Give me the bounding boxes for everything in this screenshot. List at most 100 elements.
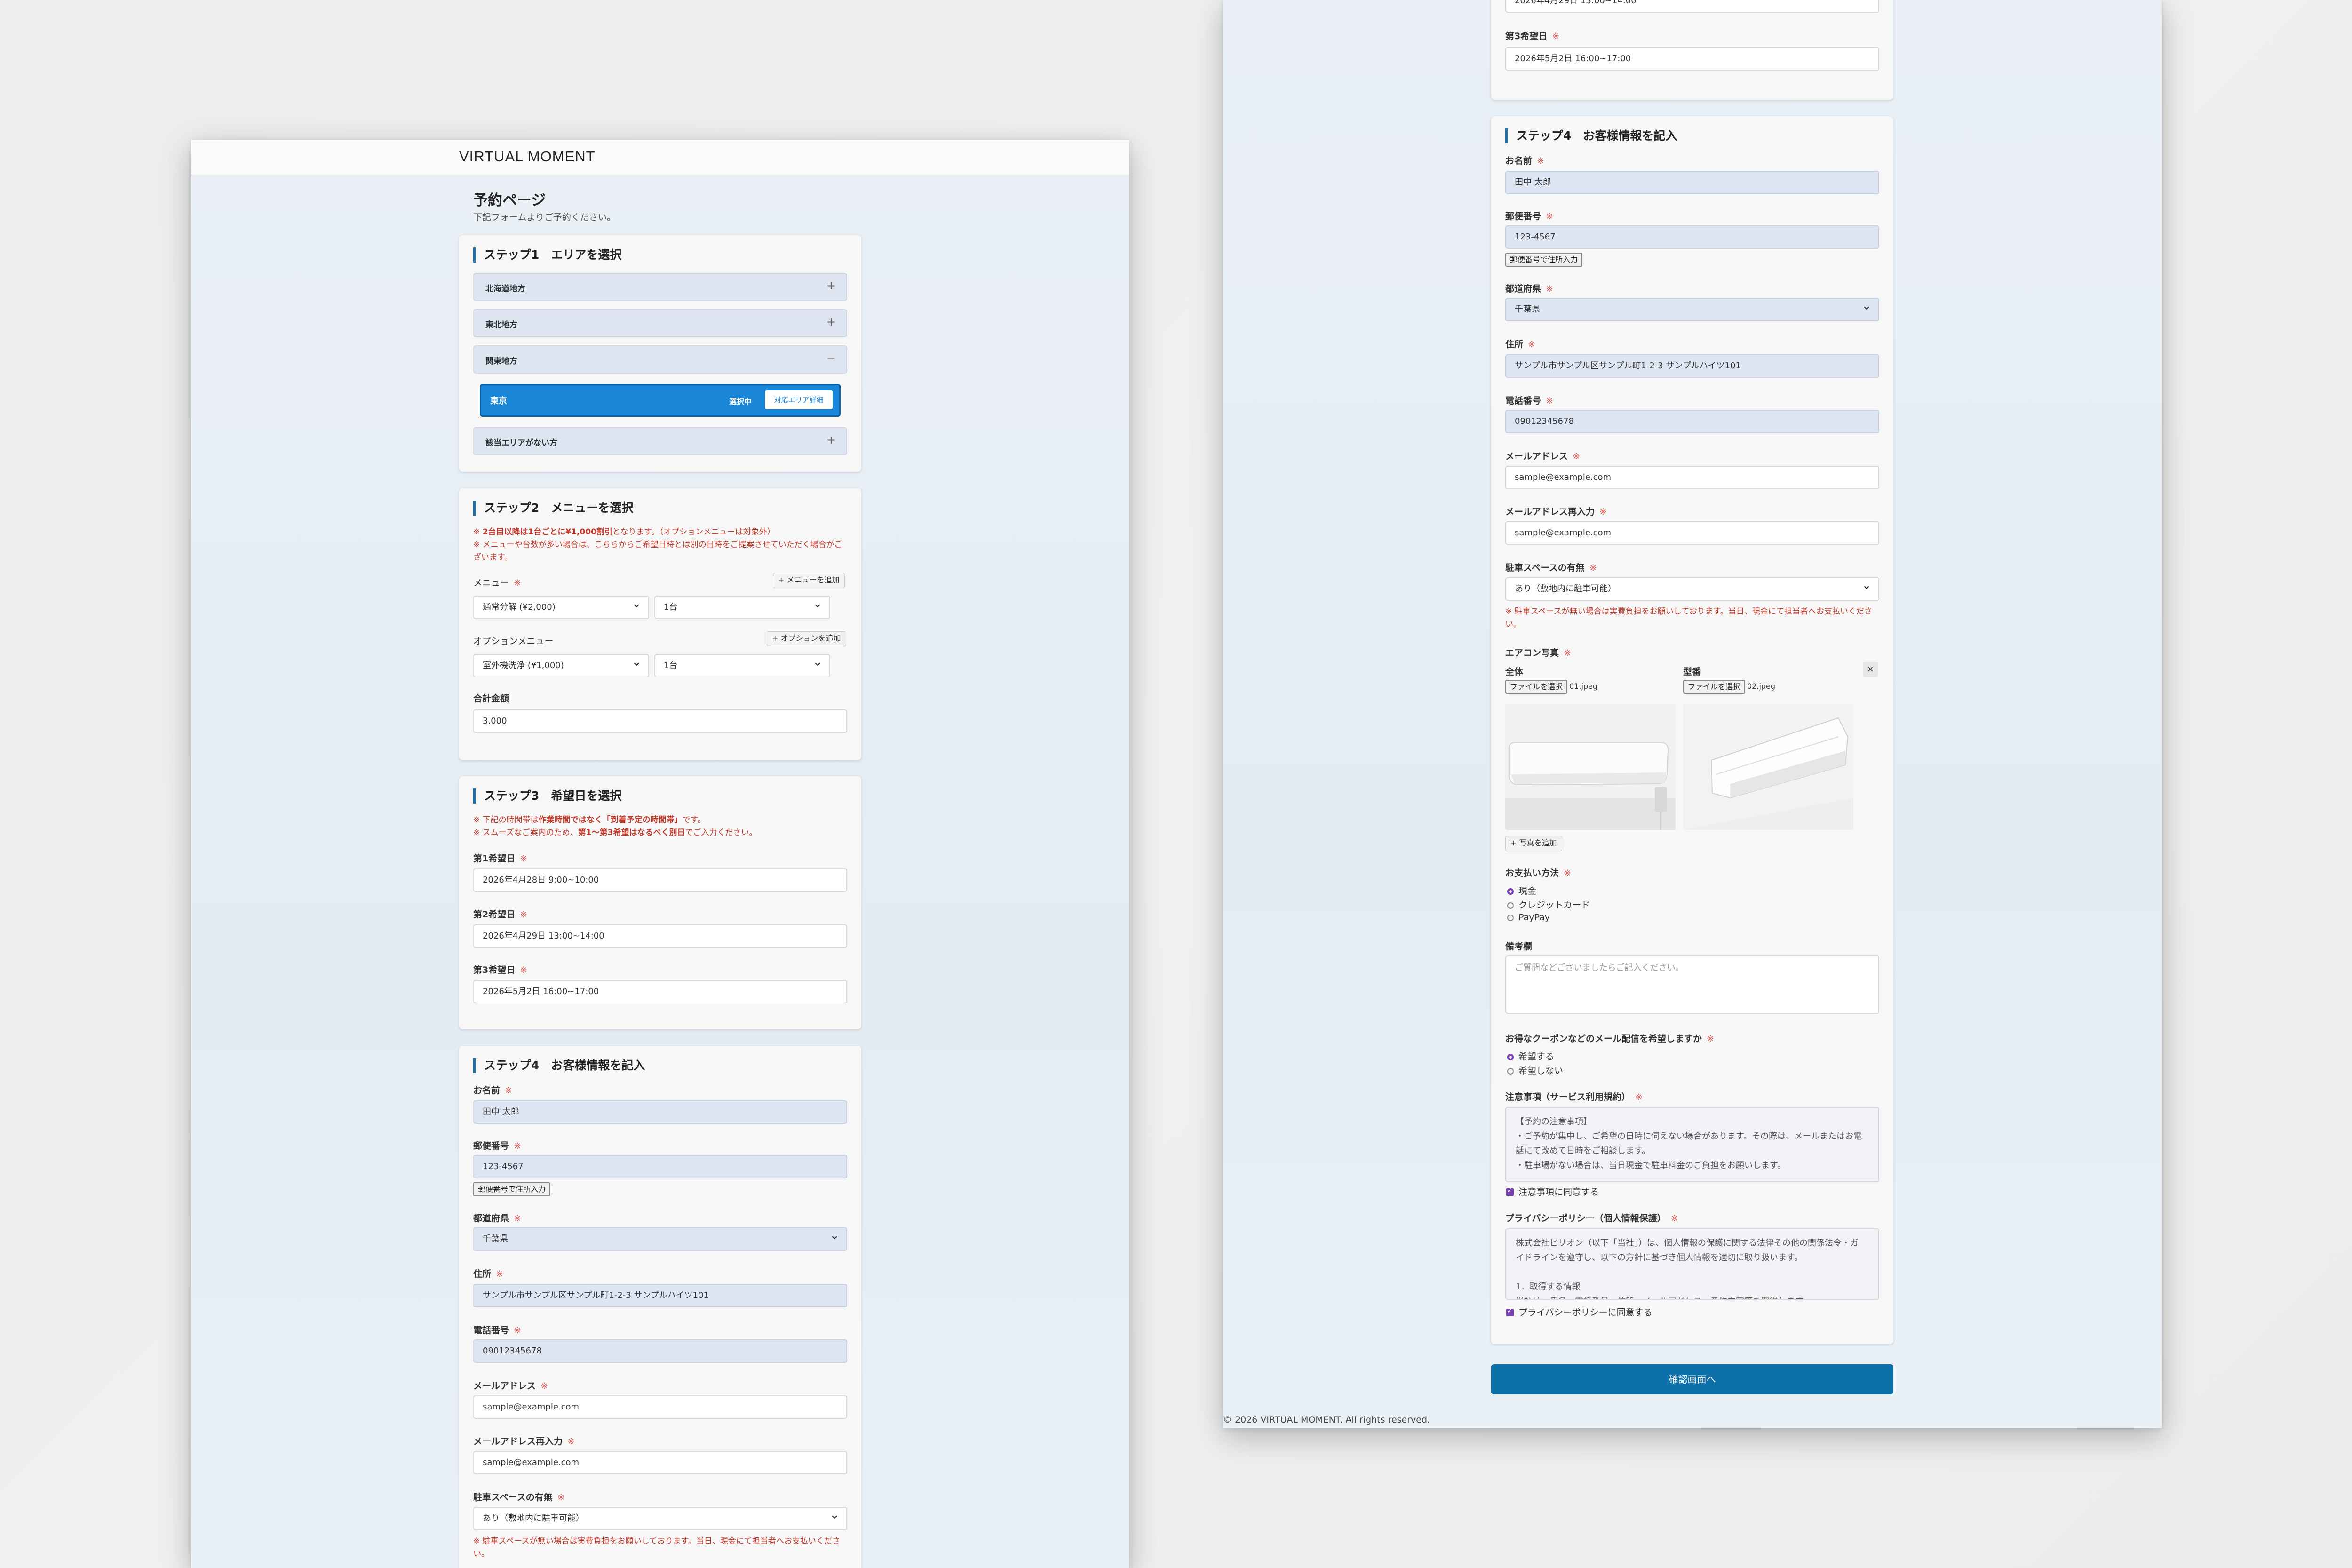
pref-select[interactable]: 千葉県 — [473, 1227, 847, 1251]
confirm-button[interactable]: 確認画面へ — [1491, 1364, 1893, 1394]
menu-select[interactable]: 通常分解 (¥2,000) — [473, 596, 649, 619]
privacy-line: イドラインを遵守し、以下の方針に基づき個人情報を適切に取り扱います。 — [1516, 1253, 1803, 1263]
payment-credit-radio[interactable]: クレジットカード — [1507, 898, 1590, 911]
email-label: メールアドレス ※ — [473, 1381, 548, 1391]
region-hokkaido[interactable]: 北海道地方 + — [473, 273, 847, 301]
zip-input[interactable]: 123-4567 — [1505, 225, 1879, 249]
region-no-area[interactable]: 該当エリアがない方 + — [473, 427, 847, 455]
email-input[interactable]: sample@example.com — [473, 1395, 847, 1419]
expand-icon: + — [826, 433, 836, 446]
email-confirm-label: メールアドレス再入力 ※ — [1505, 507, 1607, 517]
step2-heading: ステップ2 メニューを選択 — [473, 501, 633, 516]
region-label: 北海道地方 — [485, 284, 525, 294]
add-menu-button[interactable]: + メニューを追加 — [773, 573, 845, 588]
terms-line: ・駐車場がない場合は、当日現金で駐車料金のご負担をお願いします。 — [1516, 1161, 1786, 1170]
brand-logo[interactable]: VIRTUAL MOMENT — [459, 148, 596, 165]
privacy-line: 当社は、氏名、電話番号、住所、メールアドレス、予約内容等を取得します。 — [1516, 1294, 1869, 1299]
date3-input[interactable]: 2026年5月2日 16:00~17:00 — [1505, 47, 1879, 71]
selected-badge: 選択中 — [729, 397, 752, 406]
add-photo-button[interactable]: + 写真を追加 — [1505, 836, 1562, 851]
memo-textarea[interactable]: ご質問などございましたらご記入ください。 — [1505, 955, 1879, 1014]
privacy-line: 1．取得する情報 — [1516, 1282, 1581, 1292]
zip-lookup-button[interactable]: 郵便番号で住所入力 — [473, 1182, 551, 1196]
step4-heading: ステップ4 お客様情報を記入 — [1505, 128, 1677, 143]
address-label: 住所 ※ — [1505, 339, 1535, 350]
file-select-button-1[interactable]: ファイルを選択 — [1505, 680, 1568, 694]
photo-label: エアコン写真 ※ — [1505, 648, 1571, 658]
privacy-box[interactable]: 株式会社ピリオン（以下「当社」）は、個人情報の保護に関する法律その他の関係法令・… — [1505, 1228, 1879, 1300]
email-confirm-input[interactable]: sample@example.com — [1505, 521, 1879, 545]
area-detail-button[interactable]: 対応エリア詳細 — [765, 390, 833, 409]
region-label: 関東地方 — [485, 357, 517, 366]
date2-input[interactable]: 2026年4月29日 13:00~14:00 — [473, 924, 847, 948]
terms-box[interactable]: 【予約の注意事項】 ・ご予約が集中し、ご希望の日時に伺えない場合があります。その… — [1505, 1107, 1879, 1182]
payment-cash-radio[interactable]: 現金 — [1507, 884, 1536, 897]
zip-label: 郵便番号 ※ — [1505, 211, 1553, 222]
photo-whole-label: 全体 — [1505, 667, 1524, 677]
footer-copyright: © 2026 VIRTUAL MOMENT. All rights reserv… — [1223, 1415, 1430, 1425]
menu-label: メニュー ※ — [473, 578, 521, 588]
region-label: 該当エリアがない方 — [485, 438, 557, 448]
step3-note: ※ 下記の時間帯は作業時間ではなく「到着予定の時間帯」です。 ※ スムーズなご案… — [473, 815, 757, 837]
step1-card: ステップ1 エリアを選択 北海道地方 + 東北地方 + 関東地方 − 東京 選択… — [459, 235, 861, 472]
add-option-button[interactable]: + オプションを追加 — [767, 631, 846, 646]
total-label: 合計金額 — [473, 693, 509, 704]
option-quantity-select[interactable]: 1台 — [654, 654, 830, 677]
name-input[interactable]: 田中 太郎 — [1505, 171, 1879, 194]
zip-lookup-button[interactable]: 郵便番号で住所入力 — [1505, 253, 1583, 267]
step4-card: ステップ4 お客様情報を記入 お名前 ※ 田中 太郎 郵便番号 ※ 123-4567… — [1491, 116, 1893, 1344]
privacy-agree-checkbox[interactable]: プライバシーポリシーに同意する — [1506, 1305, 1653, 1318]
date1-label: 第1希望日 ※ — [473, 853, 528, 864]
zip-label: 郵便番号 ※ — [473, 1141, 521, 1151]
pref-label: 都道府県 ※ — [1505, 284, 1553, 294]
region-label: 東北地方 — [485, 320, 517, 330]
email-label: メールアドレス ※ — [1505, 451, 1580, 462]
coupon-yes-radio[interactable]: 希望する — [1507, 1050, 1554, 1062]
date1-input[interactable]: 2026年4月28日 9:00~10:00 — [473, 868, 847, 892]
date2-label: 第2希望日 ※ — [473, 909, 528, 920]
date2-input[interactable]: 2026年4月29日 13:00~14:00 — [1505, 0, 1879, 13]
option-label: オプションメニュー — [473, 636, 554, 646]
step3-heading: ステップ3 希望日を選択 — [473, 788, 621, 804]
email-confirm-label: メールアドレス再入力 ※ — [473, 1436, 575, 1447]
phone-input[interactable]: 09012345678 — [1505, 410, 1879, 433]
parking-select[interactable]: あり（敷地内に駐車可能） — [473, 1507, 847, 1530]
radio-icon — [1507, 902, 1514, 909]
parking-select[interactable]: あり（敷地内に駐車可能） — [1505, 577, 1879, 601]
step4-card: ステップ4 お客様情報を記入 お名前 ※ 田中 太郎 郵便番号 ※ 123-4567… — [459, 1046, 861, 1568]
name-input[interactable]: 田中 太郎 — [473, 1100, 847, 1124]
file-select-button-2[interactable]: ファイルを選択 — [1683, 680, 1746, 694]
region-kanto[interactable]: 関東地方 − — [473, 345, 847, 374]
payment-label: お支払い方法 ※ — [1505, 868, 1571, 878]
parking-note: ※ 駐車スペースが無い場合は実費負担をお願いしております。当日、現金にて担当者へ… — [473, 1536, 840, 1559]
collapse-icon: − — [826, 351, 836, 365]
address-input[interactable]: サンプル市サンプル区サンプル町1-2-3 サンプルハイツ101 — [473, 1284, 847, 1307]
name-label: お名前 ※ — [473, 1085, 512, 1096]
radio-icon — [1507, 1068, 1514, 1075]
remove-photo-button[interactable]: × — [1863, 662, 1878, 677]
address-input[interactable]: サンプル市サンプル区サンプル町1-2-3 サンプルハイツ101 — [1505, 354, 1879, 378]
pref-select[interactable]: 千葉県 — [1505, 298, 1879, 321]
phone-input[interactable]: 09012345678 — [473, 1339, 847, 1363]
option-select[interactable]: 室外機洗浄 (¥1,000) — [473, 654, 649, 677]
step2-note: ※ 2台目以降は1台ごとに¥1,000割引となります。（オプションメニューは対象… — [473, 527, 842, 562]
step3-card-tail: 2026年4月29日 13:00~14:00 第3希望日 ※ 2026年5月2日 … — [1491, 0, 1893, 100]
email-confirm-input[interactable]: sample@example.com — [473, 1451, 847, 1474]
terms-agree-checkbox[interactable]: 注意事項に同意する — [1506, 1185, 1599, 1198]
menu-quantity-select[interactable]: 1台 — [654, 596, 830, 619]
phone-label: 電話番号 ※ — [1505, 396, 1553, 406]
date3-input[interactable]: 2026年5月2日 16:00~17:00 — [473, 980, 847, 1003]
payment-paypay-radio[interactable]: PayPay — [1507, 912, 1550, 923]
photo-model-label: 型番 — [1683, 667, 1701, 677]
zip-input[interactable]: 123-4567 — [473, 1155, 847, 1178]
step3-card: ステップ3 希望日を選択 ※ 下記の時間帯は作業時間ではなく「到着予定の時間帯」… — [459, 776, 861, 1029]
site-header: VIRTUAL MOMENT — [191, 140, 1129, 175]
region-tohoku[interactable]: 東北地方 + — [473, 309, 847, 337]
coupon-no-radio[interactable]: 希望しない — [1507, 1064, 1563, 1076]
parking-note: ※ 駐車スペースが無い場合は実費負担をお願いしております。当日、現金にて担当者へ… — [1505, 607, 1872, 629]
page-title: 予約ページ — [473, 192, 546, 209]
pref-label: 都道府県 ※ — [473, 1213, 521, 1224]
step2-card: ステップ2 メニューを選択 ※ 2台目以降は1台ごとに¥1,000割引となります… — [459, 488, 861, 760]
email-input[interactable]: sample@example.com — [1505, 466, 1879, 489]
area-tokyo-selected[interactable]: 東京 選択中 対応エリア詳細 — [480, 384, 841, 417]
